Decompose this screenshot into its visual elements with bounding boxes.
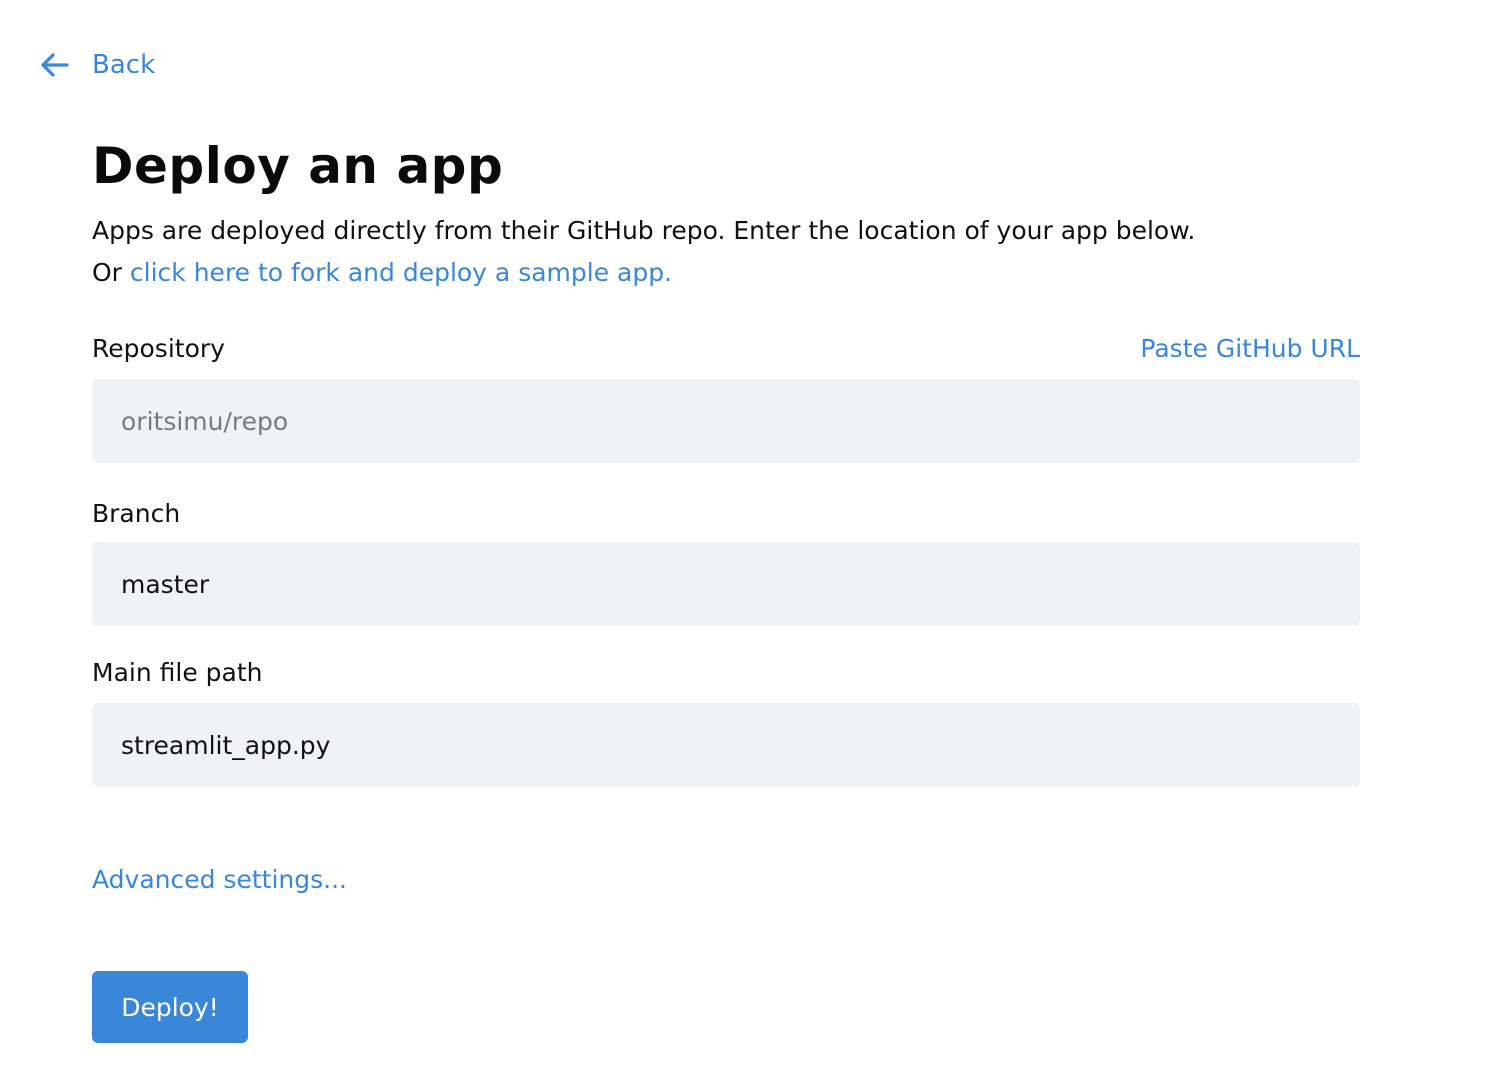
deploy-form-container: Deploy an app Apps are deployed directly… [92,136,1360,1043]
repository-label: Repository [92,334,225,363]
arrow-left-icon [41,53,69,77]
repository-input[interactable] [92,379,1360,463]
branch-label: Branch [92,499,181,528]
branch-input[interactable] [92,542,1360,626]
fork-prefix: Or [92,258,130,287]
deploy-button[interactable]: Deploy! [92,971,248,1043]
intro-text: Apps are deployed directly from their Gi… [92,210,1360,294]
repository-field-header: Repository Paste GitHub URL [92,328,1360,370]
fork-sample-app-link[interactable]: click here to fork and deploy a sample a… [130,258,672,287]
deploy-page: Back Deploy an app Apps are deployed dir… [0,0,1508,1068]
back-label: Back [92,50,156,80]
advanced-settings-link[interactable]: Advanced settings... [92,859,347,901]
fork-line: Or click here to fork and deploy a sampl… [92,252,1360,294]
paste-github-url-link[interactable]: Paste GitHub URL [1140,328,1360,370]
main-file-path-label: Main file path [92,658,263,687]
main-file-path-field-header: Main file path [92,652,1360,694]
page-title: Deploy an app [92,137,504,195]
main-file-path-input[interactable] [92,703,1360,787]
intro-description: Apps are deployed directly from their Gi… [92,216,1196,245]
back-link[interactable]: Back [38,44,155,86]
branch-field-header: Branch [92,493,1360,535]
